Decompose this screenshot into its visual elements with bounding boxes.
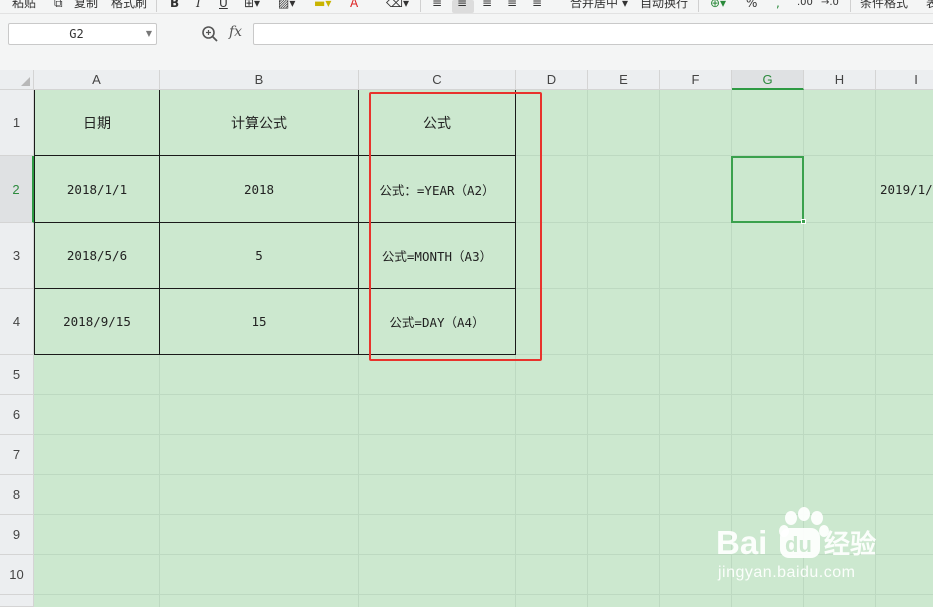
cell-b4[interactable]: 15	[160, 289, 358, 354]
column-header-c[interactable]: C	[359, 70, 516, 90]
eraser-icon[interactable]: ⌫▾	[386, 0, 409, 11]
percent-button[interactable]: %	[746, 0, 757, 11]
fill-handle[interactable]	[801, 219, 806, 224]
column-header-f[interactable]: F	[660, 70, 732, 90]
gridline	[34, 394, 933, 395]
table-style-button[interactable]: 表	[926, 0, 933, 11]
merge-center-button[interactable]: 合并居中	[570, 0, 618, 11]
decrease-decimal-button[interactable]: →.0	[821, 0, 839, 11]
ribbon-divider	[156, 0, 157, 12]
watermark-url: jingyan.baidu.com	[718, 564, 856, 581]
row-header-4[interactable]: 4	[0, 289, 34, 355]
cell-a2[interactable]: 2018/1/1	[35, 156, 159, 222]
cell-b3[interactable]: 5	[160, 223, 358, 288]
column-header-g[interactable]: G	[732, 70, 804, 90]
chevron-down-icon[interactable]: ▼	[146, 30, 152, 38]
merge-dropdown-icon[interactable]: ▾	[622, 0, 628, 11]
cell-b2[interactable]: 2018	[160, 156, 358, 222]
highlight-icon[interactable]: ▬▾	[314, 0, 331, 11]
fx-icon[interactable]: fx	[229, 24, 242, 40]
row-header-9[interactable]: 9	[0, 515, 34, 555]
cell-i2[interactable]: 2019/1/	[880, 156, 933, 222]
row-header-6[interactable]: 6	[0, 395, 34, 435]
watermark-du: du	[785, 532, 812, 557]
row-header-5[interactable]: 5	[0, 355, 34, 395]
gridline	[34, 594, 933, 595]
paste-button[interactable]: 粘贴	[12, 0, 36, 11]
row-header-2[interactable]: 2	[0, 156, 34, 223]
row-header-1[interactable]: 1	[0, 90, 34, 156]
border-icon[interactable]: ⊞▾	[244, 0, 260, 11]
select-all-corner[interactable]	[0, 70, 34, 90]
align-right-icon[interactable]: ≡	[482, 0, 492, 11]
ribbon-divider	[420, 0, 421, 12]
copy-button[interactable]: 复制	[74, 0, 98, 11]
cell-a4[interactable]: 2018/9/15	[35, 289, 159, 354]
column-header-a[interactable]: A	[34, 70, 160, 90]
active-cell-g2[interactable]	[731, 156, 804, 223]
justify-icon[interactable]: ≡	[507, 0, 517, 11]
row-header-3[interactable]: 3	[0, 223, 34, 289]
row-header-10[interactable]: 10	[0, 555, 34, 595]
select-all-triangle	[21, 77, 30, 86]
column-header-b[interactable]: B	[160, 70, 359, 90]
row-header-8[interactable]: 8	[0, 475, 34, 515]
bold-button[interactable]: B	[170, 0, 179, 11]
column-header-d[interactable]: D	[516, 70, 588, 90]
gridline	[34, 434, 933, 435]
gridline	[659, 90, 660, 607]
row-header-11[interactable]	[0, 595, 34, 607]
distribute-icon[interactable]: ≡	[532, 0, 542, 11]
align-center-icon[interactable]: ≡	[457, 0, 467, 11]
copy-icon[interactable]: ⧉	[54, 0, 63, 11]
cell-a1[interactable]: 日期	[35, 90, 159, 155]
conditional-format-button[interactable]: 条件格式	[860, 0, 908, 11]
column-header-h[interactable]: H	[804, 70, 876, 90]
format-painter-button[interactable]: 格式刷	[111, 0, 147, 11]
wrap-text-button[interactable]: 自动换行	[640, 0, 688, 11]
column-header-e[interactable]: E	[588, 70, 660, 90]
column-header-i[interactable]: I	[876, 70, 933, 90]
font-color-button[interactable]: A	[350, 0, 358, 11]
highlight-box	[369, 92, 542, 361]
number-format-icon[interactable]: ⊕▾	[710, 0, 726, 11]
align-left-icon[interactable]: ≡	[432, 0, 442, 11]
watermark-bai: Bai	[716, 524, 767, 561]
zoom-icon[interactable]	[201, 25, 219, 43]
ribbon-divider	[850, 0, 851, 12]
formula-input[interactable]	[253, 23, 933, 45]
increase-decimal-button[interactable]: .00	[797, 0, 813, 11]
watermark-jingyan-cn: 经验	[824, 529, 876, 560]
name-box[interactable]: G2 ▼	[8, 23, 157, 45]
gridline	[587, 90, 588, 607]
cell-b1[interactable]: 计算公式	[160, 90, 358, 155]
ribbon-toolbar: 粘贴 ⧉ 复制 格式刷 B I U ⊞▾ ▨▾ ▬▾ A ⌫▾ ≡ ≡ ≡ ≡ …	[0, 0, 933, 14]
row-header-7[interactable]: 7	[0, 435, 34, 475]
ribbon-divider	[698, 0, 699, 12]
fill-color-icon[interactable]: ▨▾	[278, 0, 295, 11]
underline-button[interactable]: U	[219, 0, 228, 11]
italic-button[interactable]: I	[196, 0, 201, 11]
name-box-value: G2	[69, 27, 84, 41]
gridline	[34, 474, 933, 475]
comma-button[interactable]: ,	[776, 0, 780, 11]
cell-a3[interactable]: 2018/5/6	[35, 223, 159, 288]
